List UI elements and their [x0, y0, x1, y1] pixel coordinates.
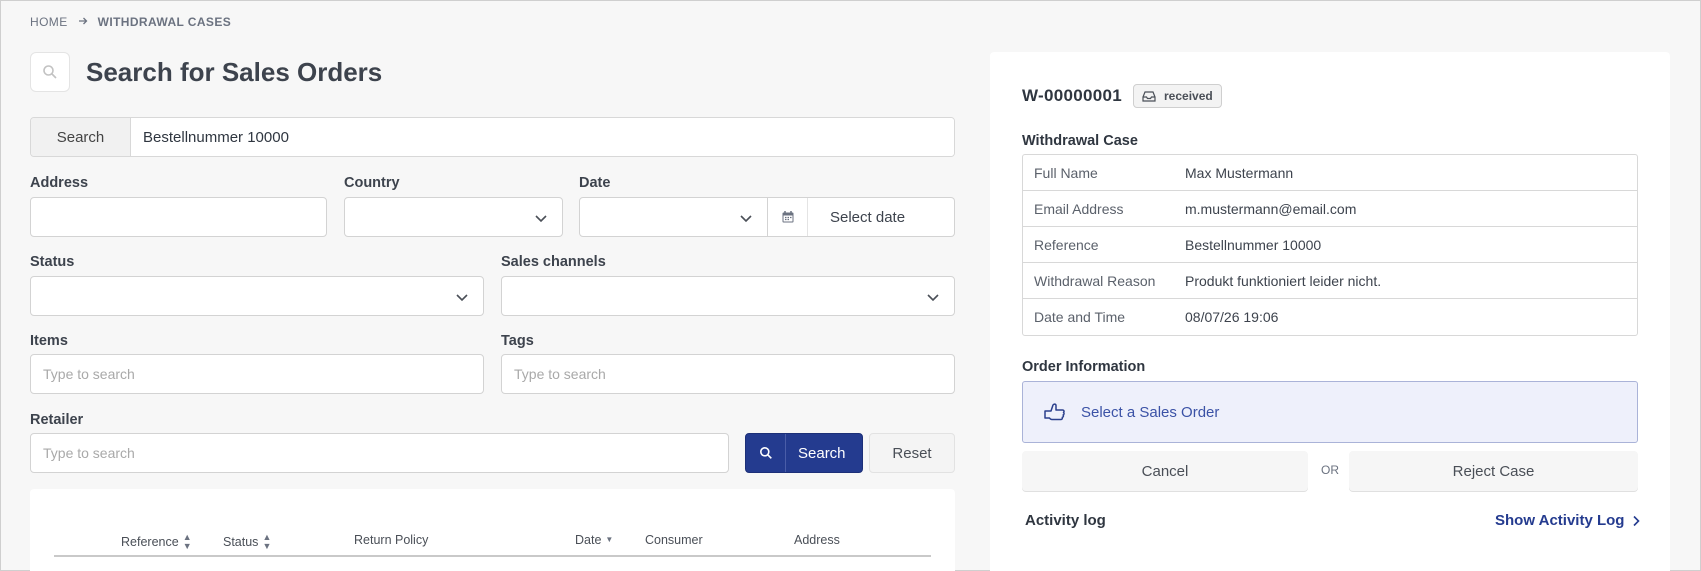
withdrawal-case-panel: W-00000001 received Withdrawal Case Full…: [990, 52, 1670, 571]
case-id: W-00000001: [1022, 86, 1123, 105]
column-header-consumer: Consumer: [645, 533, 703, 547]
column-header-label: Reference: [121, 535, 179, 549]
search-addon-label: Search: [31, 118, 131, 156]
main-search-bar: Search: [30, 117, 955, 157]
info-key: Withdrawal Reason: [1034, 272, 1156, 289]
breadcrumb-home[interactable]: HOME: [30, 15, 68, 29]
date-select[interactable]: [579, 197, 768, 237]
table-header-row: Reference ▲ ▼ Status ▲ ▼ Return Policy Dat…: [54, 533, 931, 557]
sales-channels-label: Sales channels: [501, 254, 606, 270]
cancel-button[interactable]: Cancel: [1022, 451, 1308, 491]
items-field[interactable]: [30, 354, 484, 394]
info-value: m.mustermann@email.com: [1185, 200, 1357, 217]
activity-log-label: Activity log: [1025, 512, 1106, 529]
search-icon: [43, 65, 57, 79]
search-button[interactable]: Search: [745, 433, 863, 473]
retailer-input[interactable]: [31, 434, 728, 472]
search-input[interactable]: [131, 118, 954, 156]
info-row-email: Email Address m.mustermann@email.com: [1023, 191, 1637, 227]
show-activity-log-link[interactable]: Show Activity Log: [1495, 512, 1641, 529]
column-header-label: Address: [794, 533, 840, 547]
select-date-button[interactable]: Select date: [768, 197, 955, 237]
withdrawal-case-title: Withdrawal Case: [1022, 133, 1138, 149]
breadcrumb: HOME WITHDRAWAL CASES: [30, 15, 231, 29]
tags-input[interactable]: [502, 355, 954, 393]
sales-channels-select[interactable]: [501, 276, 955, 316]
info-row-withdrawal-reason: Withdrawal Reason Produkt funktioniert l…: [1023, 263, 1637, 299]
info-value: Max Mustermann: [1185, 164, 1294, 181]
address-field[interactable]: [30, 197, 327, 237]
or-separator: OR: [1321, 463, 1339, 477]
sort-icon: ▲ ▼: [182, 532, 192, 551]
sort-icon: ▲ ▼: [262, 532, 272, 551]
address-label: Address: [30, 175, 89, 191]
title-icon-box: [30, 52, 70, 92]
info-value: Bestellnummer 10000: [1185, 236, 1322, 253]
date-label: Date: [579, 175, 611, 191]
reset-button[interactable]: Reset: [869, 433, 955, 473]
show-activity-log-label: Show Activity Log: [1495, 512, 1625, 529]
column-header-date[interactable]: Date ▼: [575, 533, 613, 547]
chevron-down-icon: [535, 215, 547, 223]
retailer-label: Retailer: [30, 412, 84, 428]
calendar-icon: [768, 198, 808, 236]
sort-desc-icon: ▼: [605, 535, 614, 544]
hand-pointer-icon: [1044, 403, 1065, 421]
column-header-label: Status: [223, 535, 259, 549]
breadcrumb-current: WITHDRAWAL CASES: [97, 15, 232, 29]
status-select[interactable]: [30, 276, 484, 316]
info-key: Reference: [1034, 236, 1099, 253]
chevron-down-icon: [740, 215, 752, 223]
arrow-right-icon: [78, 15, 88, 29]
column-header-address: Address: [794, 533, 840, 547]
info-key: Full Name: [1034, 164, 1098, 181]
info-key: Date and Time: [1034, 309, 1126, 325]
info-row-full-name: Full Name Max Mustermann: [1023, 155, 1637, 191]
column-header-label: Return Policy: [354, 533, 429, 547]
page-title: Search for Sales Orders: [86, 57, 383, 87]
column-header-label: Date: [575, 533, 602, 547]
order-information-title: Order Information: [1022, 359, 1146, 375]
search-button-label: Search: [798, 444, 846, 462]
inbox-icon: [1142, 91, 1156, 102]
select-sales-order-label: Select a Sales Order: [1081, 403, 1220, 421]
chevron-right-icon: [1633, 515, 1641, 526]
info-value: 08/07/26 19:06: [1185, 309, 1279, 325]
tags-label: Tags: [501, 333, 534, 349]
search-icon: [746, 434, 786, 472]
country-label: Country: [344, 175, 400, 191]
reject-case-button[interactable]: Reject Case: [1349, 451, 1638, 491]
info-row-date-time: Date and Time 08/07/26 19:06: [1023, 299, 1637, 335]
tags-field[interactable]: [501, 354, 955, 394]
status-badge: received: [1133, 84, 1222, 108]
select-sales-order-button[interactable]: Select a Sales Order: [1022, 381, 1638, 443]
items-label: Items: [30, 333, 68, 349]
chevron-down-icon: [456, 294, 468, 302]
info-key: Email Address: [1034, 200, 1124, 217]
country-select[interactable]: [344, 197, 563, 237]
column-header-status[interactable]: Status ▲ ▼: [223, 533, 271, 551]
select-date-label: Select date: [830, 208, 906, 226]
items-input[interactable]: [31, 355, 483, 393]
status-label: Status: [30, 254, 75, 270]
app-frame: HOME WITHDRAWAL CASES Search for Sales O…: [0, 0, 1701, 571]
case-info-table: Full Name Max Mustermann Email Address m…: [1022, 154, 1638, 336]
info-row-reference: Reference Bestellnummer 10000: [1023, 227, 1637, 263]
info-value: Produkt funktioniert leider nicht.: [1185, 272, 1382, 289]
results-table: Reference ▲ ▼ Status ▲ ▼ Return Policy Dat…: [30, 489, 955, 571]
address-input[interactable]: [31, 198, 326, 236]
status-badge-label: received: [1164, 89, 1213, 103]
retailer-field[interactable]: [30, 433, 729, 473]
column-header-label: Consumer: [645, 533, 703, 547]
column-header-reference[interactable]: Reference ▲ ▼: [121, 533, 192, 551]
chevron-down-icon: [927, 294, 939, 302]
column-header-return-policy: Return Policy: [354, 533, 428, 547]
